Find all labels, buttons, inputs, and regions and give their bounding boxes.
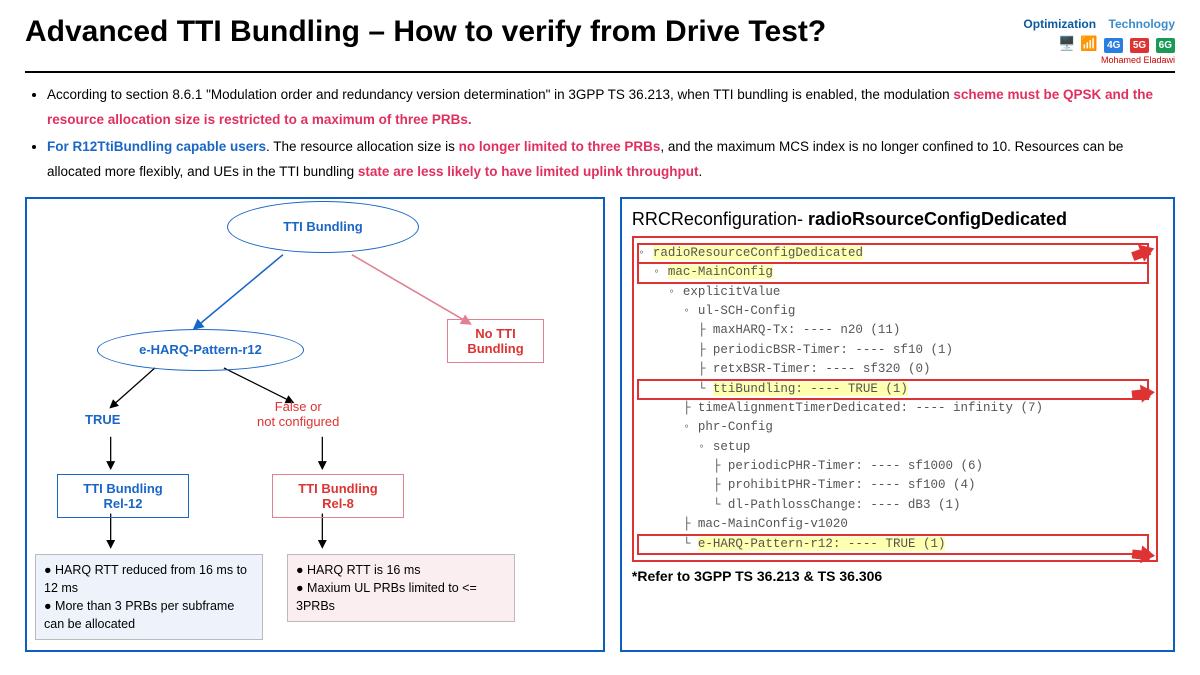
tree-line: ├ timeAlignmentTimerDedicated: ---- infi… xyxy=(638,399,1148,418)
tree-line: ├ maxHARQ-Tx: ---- n20 (11) xyxy=(638,321,1148,340)
right-title: RRCReconfiguration- radioRsourceConfigDe… xyxy=(632,209,1163,230)
badge-optimization: Optimization xyxy=(1023,17,1096,31)
divider xyxy=(25,71,1175,73)
header-badges: Optimization Technology 🖥️ 📶 4G 5G 6G Mo… xyxy=(1015,15,1175,65)
node-no-tti: No TTI Bundling xyxy=(447,319,544,363)
signaling-tree: ◦ radioResourceConfigDedicated ◦ mac-Mai… xyxy=(632,236,1158,562)
chart-icon: 📶 xyxy=(1080,35,1097,51)
tree-line: ◦ radioResourceConfigDedicated xyxy=(638,244,1148,263)
bullet-2-em2: state are less likely to have limited up… xyxy=(358,164,699,179)
tree-line: ├ periodicPHR-Timer: ---- sf1000 (6) xyxy=(638,457,1148,476)
node-rel12: TTI Bundling Rel-12 xyxy=(57,474,189,518)
bullet-2-t1: . The resource allocation size is xyxy=(266,139,459,154)
tree-line: ├ mac-MainConfig-v1020 xyxy=(638,515,1148,534)
label-true: TRUE xyxy=(85,412,120,427)
tree-line: └ ttiBundling: ---- TRUE (1) xyxy=(638,380,1148,399)
tag-4g: 4G xyxy=(1104,38,1123,53)
bullet-2-em1: no longer limited to three PRBs xyxy=(459,139,661,154)
tag-6g: 6G xyxy=(1156,38,1175,53)
tag-5g: 5G xyxy=(1130,38,1149,53)
tree-line: ◦ phr-Config xyxy=(638,418,1148,437)
note-rel12: HARQ RTT reduced from 16 ms to 12 ms Mor… xyxy=(35,554,263,641)
right-panel-trace: RRCReconfiguration- radioRsourceConfigDe… xyxy=(620,197,1175,652)
tree-line: ◦ ul-SCH-Config xyxy=(638,302,1148,321)
tree-line: ├ retxBSR-Timer: ---- sf320 (0) xyxy=(638,360,1148,379)
callout-arrow-icon xyxy=(1129,546,1164,565)
tree-line: ◦ explicitValue xyxy=(638,283,1148,302)
tree-line: ├ prohibitPHR-Timer: ---- sf100 (4) xyxy=(638,476,1148,495)
node-rel8: TTI Bundling Rel-8 xyxy=(272,474,404,518)
bullet-2-end: . xyxy=(699,164,703,179)
badge-technology: Technology xyxy=(1109,17,1175,31)
callout-arrow-icon xyxy=(1129,384,1164,403)
tree-line: ◦ setup xyxy=(638,438,1148,457)
bullet-1-text: According to section 8.6.1 "Modulation o… xyxy=(47,87,953,102)
right-title-a: RRCReconfiguration- xyxy=(632,209,808,229)
label-false: False or not configured xyxy=(257,399,339,430)
note-rel12-a: HARQ RTT reduced from 16 ms to 12 ms xyxy=(44,561,254,597)
tree-line: └ e-HARQ-Pattern-r12: ---- TRUE (1) xyxy=(638,535,1148,554)
intro-bullets: According to section 8.6.1 "Modulation o… xyxy=(25,83,1175,185)
note-rel12-b: More than 3 PRBs per subframe can be all… xyxy=(44,597,254,633)
note-rel8-a: HARQ RTT is 16 ms xyxy=(296,561,506,579)
node-eharq: e-HARQ-Pattern-r12 xyxy=(97,329,304,371)
node-root: TTI Bundling xyxy=(227,201,419,253)
author-label: Mohamed Eladawi xyxy=(1015,55,1175,65)
bullet-1: According to section 8.6.1 "Modulation o… xyxy=(47,83,1175,133)
tree-line: └ dl-PathlossChange: ---- dB3 (1) xyxy=(638,496,1148,515)
bullet-2-lead: For R12TtiBundling capable users xyxy=(47,139,266,154)
page-title: Advanced TTI Bundling – How to verify fr… xyxy=(25,15,826,49)
note-rel8: HARQ RTT is 16 ms Maxium UL PRBs limited… xyxy=(287,554,515,622)
bullet-2: For R12TtiBundling capable users. The re… xyxy=(47,135,1175,185)
note-rel8-b: Maxium UL PRBs limited to <= 3PRBs xyxy=(296,579,506,615)
right-title-b: radioRsourceConfigDedicated xyxy=(808,209,1067,229)
left-panel-diagram: TTI Bundling e-HARQ-Pattern-r12 No TTI B… xyxy=(25,197,605,652)
monitor-icon: 🖥️ xyxy=(1058,35,1075,51)
tree-line: ├ periodicBSR-Timer: ---- sf10 (1) xyxy=(638,341,1148,360)
tree-line: ◦ mac-MainConfig xyxy=(638,263,1148,282)
footnote: *Refer to 3GPP TS 36.213 & TS 36.306 xyxy=(632,568,1163,584)
